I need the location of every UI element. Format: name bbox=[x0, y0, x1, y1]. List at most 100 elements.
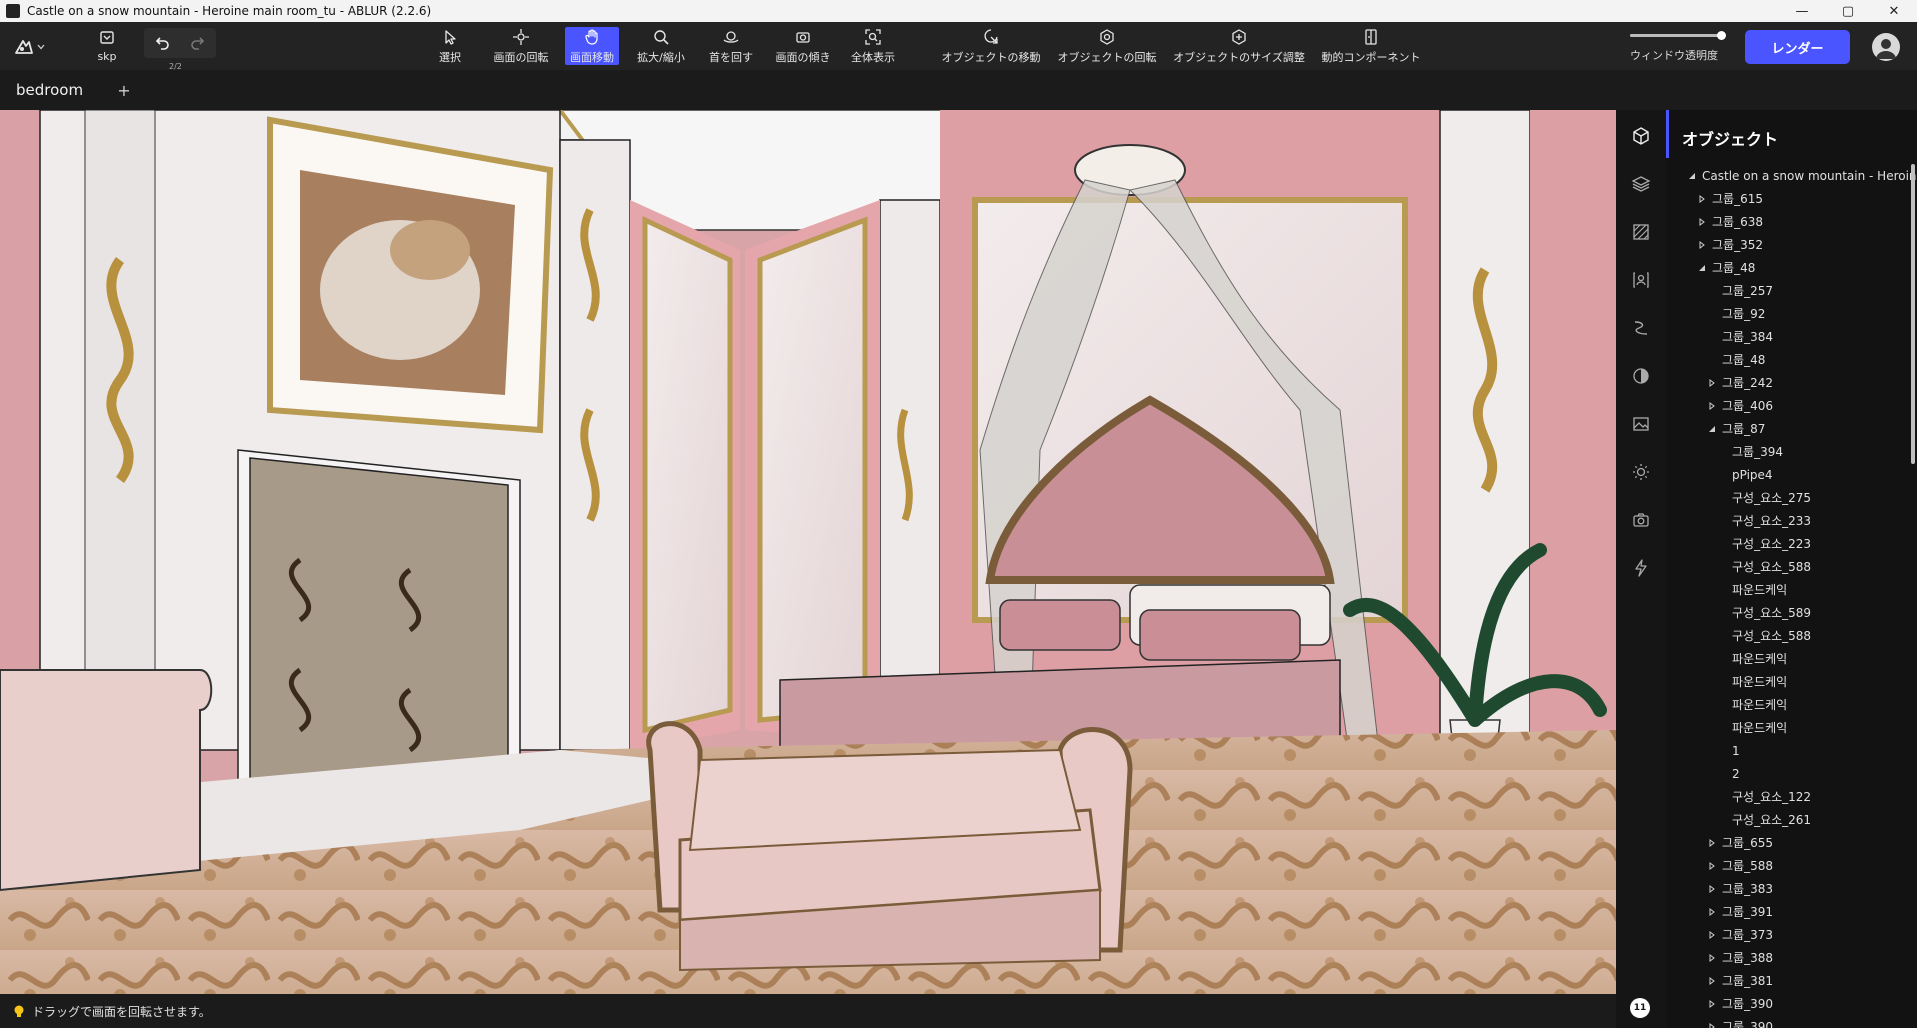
tree-item[interactable]: 그룹_390 bbox=[1666, 992, 1911, 1015]
tree-item[interactable]: 2 bbox=[1666, 762, 1911, 785]
tool-select[interactable]: 選択 bbox=[432, 27, 468, 65]
caret-right-icon[interactable] bbox=[1706, 952, 1718, 964]
tree-item[interactable]: 그룹_388 bbox=[1666, 946, 1911, 969]
skp-import-button[interactable]: skp bbox=[92, 27, 122, 65]
tree-item[interactable]: 1 bbox=[1666, 739, 1911, 762]
tree-item[interactable]: 구성_요소_122 bbox=[1666, 785, 1911, 808]
tree-item[interactable]: 그룹_257 bbox=[1666, 279, 1911, 302]
chat-support-button[interactable]: 11 bbox=[1630, 998, 1650, 1018]
tree-item[interactable]: 그룹_373 bbox=[1666, 923, 1911, 946]
tree-item[interactable]: 그룹_391 bbox=[1666, 900, 1911, 923]
tool-orbit[interactable]: 画面の回転 bbox=[490, 27, 552, 65]
caret-right-icon[interactable] bbox=[1706, 929, 1718, 941]
tree-item[interactable]: 그룹_390 bbox=[1666, 1015, 1911, 1028]
camera-icon[interactable] bbox=[1631, 510, 1651, 530]
slider-knob[interactable] bbox=[1717, 31, 1726, 40]
user-icon bbox=[1876, 39, 1896, 59]
window-transparency-slider[interactable] bbox=[1630, 31, 1726, 40]
tree-item-label: 구성_요소_588 bbox=[1732, 560, 1812, 574]
caret-down-icon[interactable] bbox=[1706, 423, 1718, 435]
tree-item[interactable]: 파운드케익 bbox=[1666, 647, 1911, 670]
tree-item[interactable]: 그룹_48 bbox=[1666, 256, 1911, 279]
tree-item[interactable]: 파운드케익 bbox=[1666, 578, 1911, 601]
tree-item[interactable]: 그룹_655 bbox=[1666, 831, 1911, 854]
tree-item[interactable]: 그룹_406 bbox=[1666, 394, 1911, 417]
tool-dynamic-component[interactable]: 動的コンポーネント bbox=[1320, 27, 1422, 65]
undo-button[interactable] bbox=[144, 28, 180, 58]
tool-tilt[interactable]: 画面の傾き bbox=[772, 27, 834, 65]
tree-item[interactable]: 구성_요소_233 bbox=[1666, 509, 1911, 532]
tree-item[interactable]: 파운드케익 bbox=[1666, 693, 1911, 716]
tree-item[interactable]: 그룹_638 bbox=[1666, 210, 1911, 233]
add-tab-button[interactable]: + bbox=[112, 78, 136, 102]
tool-zoom[interactable]: 拡大/縮小 bbox=[633, 27, 689, 65]
caret-right-icon[interactable] bbox=[1696, 239, 1708, 251]
close-button[interactable]: ✕ bbox=[1871, 0, 1917, 22]
caret-right-icon[interactable] bbox=[1706, 906, 1718, 918]
caret-down-icon[interactable] bbox=[1696, 262, 1708, 274]
tool-move-object[interactable]: オブジェクトの移動 bbox=[940, 27, 1042, 65]
tree-item[interactable]: 그룹_615 bbox=[1666, 187, 1911, 210]
maximize-button[interactable]: ▢ bbox=[1825, 0, 1871, 22]
tree-item[interactable]: 그룹_588 bbox=[1666, 854, 1911, 877]
path-icon[interactable] bbox=[1631, 318, 1651, 338]
tool-scale-object-label: オブジェクトのサイズ調整 bbox=[1173, 50, 1305, 64]
tree-item-label: 구성_요소_261 bbox=[1732, 813, 1812, 827]
tree-item[interactable]: 구성_요소_223 bbox=[1666, 532, 1911, 555]
tree-item[interactable]: 그룹_394 bbox=[1666, 440, 1911, 463]
tree-item[interactable]: 그룹_48 bbox=[1666, 348, 1911, 371]
caret-right-icon[interactable] bbox=[1706, 975, 1718, 987]
tool-zoom-extents[interactable]: 全体表示 bbox=[849, 27, 897, 65]
tree-item[interactable]: 그룹_384 bbox=[1666, 325, 1911, 348]
tree-item[interactable]: 그룹_242 bbox=[1666, 371, 1911, 394]
3d-viewport[interactable] bbox=[0, 110, 1616, 994]
shadow-sphere-icon[interactable] bbox=[1631, 366, 1651, 386]
tree-item[interactable]: 그룹_383 bbox=[1666, 877, 1911, 900]
lightning-icon[interactable] bbox=[1631, 558, 1651, 578]
caret-right-icon[interactable] bbox=[1696, 216, 1708, 228]
tree-item[interactable]: 그룹_352 bbox=[1666, 233, 1911, 256]
tree-item[interactable]: pPipe4 bbox=[1666, 463, 1911, 486]
layers-icon[interactable] bbox=[1631, 174, 1651, 194]
caret-right-icon[interactable] bbox=[1706, 377, 1718, 389]
caret-down-icon[interactable] bbox=[1686, 170, 1698, 182]
redo-button[interactable] bbox=[180, 28, 216, 58]
render-button[interactable]: レンダー bbox=[1745, 30, 1850, 64]
user-avatar[interactable] bbox=[1872, 33, 1900, 61]
material-hatch-icon[interactable] bbox=[1631, 222, 1651, 242]
tree-item[interactable]: 그룹_92 bbox=[1666, 302, 1911, 325]
caret-right-icon[interactable] bbox=[1706, 400, 1718, 412]
tree-scrollbar[interactable] bbox=[1911, 164, 1915, 464]
tool-zoom-label: 拡大/縮小 bbox=[637, 50, 685, 64]
caret-right-icon[interactable] bbox=[1706, 837, 1718, 849]
caret-right-icon[interactable] bbox=[1706, 860, 1718, 872]
tree-item[interactable]: 구성_요소_588 bbox=[1666, 555, 1911, 578]
person-frame-icon[interactable] bbox=[1631, 270, 1651, 290]
tree-item[interactable]: 구성_요소_261 bbox=[1666, 808, 1911, 831]
tool-look-around[interactable]: 首を回す bbox=[705, 27, 757, 65]
image-icon[interactable] bbox=[1631, 414, 1651, 434]
caret-right-icon[interactable] bbox=[1706, 883, 1718, 895]
sun-icon[interactable] bbox=[1631, 462, 1651, 482]
tree-item[interactable]: 구성_요소_275 bbox=[1666, 486, 1911, 509]
tree-item[interactable]: 파운드케익 bbox=[1666, 716, 1911, 739]
tree-item[interactable]: 그룹_87 bbox=[1666, 417, 1911, 440]
tool-scale-object[interactable]: オブジェクトのサイズ調整 bbox=[1172, 27, 1306, 65]
tree-item[interactable]: Castle on a snow mountain - Heroin bbox=[1666, 164, 1917, 187]
tree-item[interactable]: 파운드케익 bbox=[1666, 670, 1911, 693]
tree-item-label: pPipe4 bbox=[1732, 467, 1773, 482]
tree-item[interactable]: 그룹_381 bbox=[1666, 969, 1911, 992]
tree-item[interactable]: 구성_요소_589 bbox=[1666, 601, 1911, 624]
caret-right-icon[interactable] bbox=[1706, 998, 1718, 1010]
caret-right-icon[interactable] bbox=[1706, 1021, 1718, 1028]
app-icon bbox=[6, 4, 20, 18]
tree-item-label: 그룹_384 bbox=[1722, 330, 1773, 344]
minimize-button[interactable]: — bbox=[1779, 0, 1825, 22]
tool-rotate-object[interactable]: オブジェクトの回転 bbox=[1056, 27, 1158, 65]
caret-right-icon[interactable] bbox=[1696, 193, 1708, 205]
tree-item[interactable]: 구성_요소_588 bbox=[1666, 624, 1911, 647]
tool-pan[interactable]: 画面移動 bbox=[565, 27, 619, 65]
app-menu-button[interactable] bbox=[14, 36, 48, 58]
cube-icon[interactable] bbox=[1631, 126, 1651, 146]
tab-bedroom[interactable]: bedroom bbox=[0, 70, 100, 110]
